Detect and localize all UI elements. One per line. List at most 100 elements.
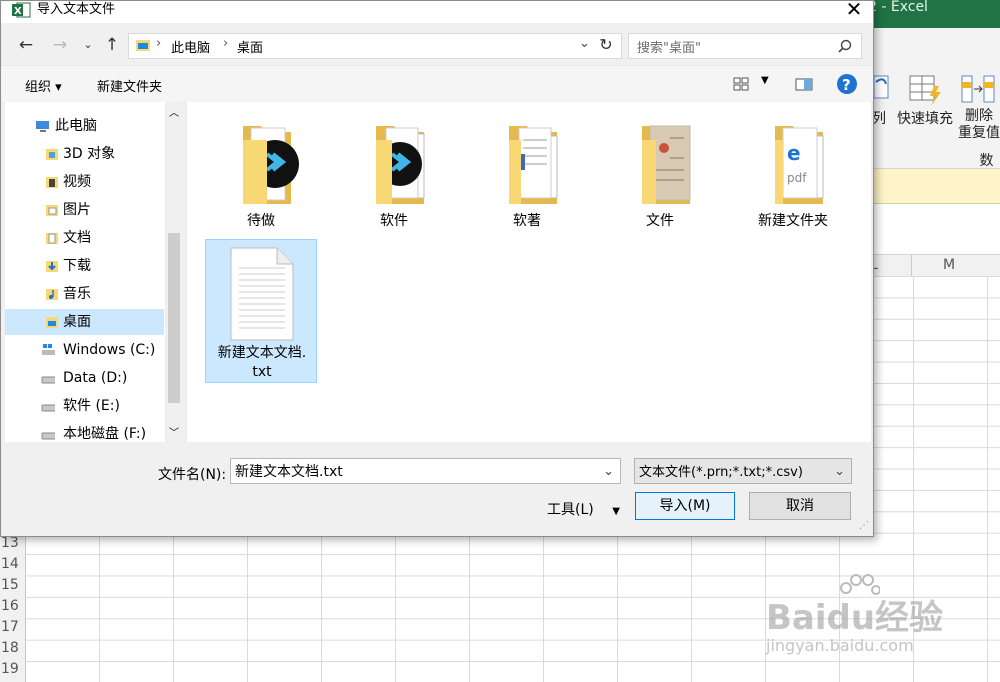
filename-dropdown-chevron-icon[interactable]: ⌄	[603, 459, 614, 485]
row-header-14[interactable]: 14	[0, 554, 25, 575]
folder-tile[interactable]: e pdf 新建文件夹	[737, 116, 849, 236]
tools-menu-button[interactable]: 工具(L) ▼	[547, 499, 620, 519]
search-placeholder: 搜索"桌面"	[637, 41, 701, 56]
navigation-scrollbar-thumb[interactable]	[168, 233, 180, 403]
cancel-button[interactable]: 取消	[749, 492, 851, 520]
folder-icon	[642, 125, 691, 204]
folder-tile[interactable]: 文件	[604, 116, 716, 236]
nav-item-3d-objects[interactable]: 3D 对象	[5, 141, 165, 167]
dialog-title: 导入文本文件	[37, 2, 116, 17]
dialog-title-bar[interactable]: X 导入文本文件 ✕	[1, 0, 873, 23]
computer-icon	[36, 121, 49, 132]
text-to-columns-icon	[873, 75, 889, 99]
row-header-18[interactable]: 18	[0, 638, 25, 659]
recent-dropdown-chevron-icon[interactable]: ⌄	[77, 33, 99, 57]
nav-label: 图片	[63, 202, 91, 218]
video-icon	[46, 177, 58, 188]
row-header-19[interactable]: 19	[0, 659, 25, 680]
row-header-17[interactable]: 17	[0, 617, 25, 638]
remove-duplicates-button[interactable]: 删除 重复值	[958, 108, 1000, 142]
nav-item-drive-d[interactable]: Data (D:)	[5, 365, 165, 391]
dialog-footer: 文件名(N): 新建文本文档.txt ⌄ 文本文件(*.prn;*.txt;*.…	[1, 442, 873, 536]
nav-item-this-pc[interactable]: 此电脑	[5, 113, 165, 139]
svg-text:X: X	[14, 6, 22, 17]
nav-item-video[interactable]: 视频	[5, 169, 165, 195]
svg-text:e: e	[787, 141, 801, 165]
scroll-up-icon[interactable]: ︿	[169, 104, 179, 119]
file-type-value: 文本文件(*.prn;*.txt;*.csv)	[639, 465, 803, 480]
file-name: 新建文本文档. txt	[217, 345, 307, 380]
nav-label: 软件 (E:)	[63, 398, 120, 414]
windows-drive-icon	[42, 344, 55, 355]
file-list-area[interactable]: 待做 软件 软著 文件 e pdf 新建文件夹 新建文本文档. txt	[187, 102, 871, 442]
close-icon[interactable]: ✕	[839, 0, 869, 19]
preview-pane-icon[interactable]	[795, 78, 813, 91]
nav-label: 3D 对象	[63, 146, 116, 162]
resize-grip-icon[interactable]: ⋰	[859, 520, 869, 531]
navigation-pane[interactable]: 此电脑 3D 对象 视频 图片 文档 下载 音乐 桌面 Windows (C:)…	[5, 102, 183, 442]
breadcrumb-current[interactable]: 桌面	[237, 37, 263, 56]
scroll-down-icon[interactable]: ﹀	[169, 424, 179, 439]
desktop-folder-icon	[136, 40, 150, 51]
documents-icon	[46, 233, 58, 244]
import-button[interactable]: 导入(M)	[635, 492, 735, 520]
folder-icon	[243, 126, 299, 204]
help-icon[interactable]: ?	[836, 73, 858, 95]
dialog-toolbar: 组织 ▾ 新建文件夹 ▼ ?	[1, 65, 873, 103]
view-dropdown-chevron-icon[interactable]: ▼	[761, 75, 769, 86]
search-icon[interactable]	[838, 39, 852, 53]
text-file-icon	[230, 247, 294, 341]
file-type-dropdown-chevron-icon[interactable]: ⌄	[834, 459, 845, 485]
folder-icon	[509, 126, 558, 204]
file-name: 新建文件夹	[758, 213, 828, 229]
nav-label: 此电脑	[55, 118, 97, 134]
nav-label: 桌面	[63, 314, 91, 330]
nav-item-music[interactable]: 音乐	[5, 281, 165, 307]
nav-label: Windows (C:)	[63, 342, 156, 358]
folder-icon	[376, 126, 425, 204]
flash-fill-button[interactable]: 快速填充	[897, 108, 953, 128]
tools-dropdown-icon: ▼	[612, 506, 620, 517]
forward-arrow-icon[interactable]: →	[49, 33, 71, 57]
nav-item-downloads[interactable]: 下载	[5, 253, 165, 279]
back-arrow-icon[interactable]: ←	[15, 33, 37, 57]
svg-text:?: ?	[842, 76, 851, 94]
import-label: 导入(M)	[659, 498, 711, 514]
nav-item-drive-e[interactable]: 软件 (E:)	[5, 393, 165, 419]
text-file-tile-selected[interactable]: 新建文本文档. txt	[205, 239, 317, 383]
watermark-url: jingyan.baidu.com	[766, 636, 914, 655]
excel-app-icon: X	[12, 2, 31, 18]
new-folder-button[interactable]: 新建文件夹	[97, 76, 162, 95]
up-arrow-icon[interactable]: ↑	[101, 33, 123, 57]
tools-label: 工具(L)	[547, 502, 594, 518]
excel-title-text: 2 - Excel	[868, 0, 928, 15]
folder-tile[interactable]: 软著	[471, 116, 583, 236]
row-header-15[interactable]: 15	[0, 575, 25, 596]
nav-item-pictures[interactable]: 图片	[5, 197, 165, 223]
folder-tile[interactable]: 待做	[205, 116, 317, 236]
watermark-brand: Baidu经验	[766, 598, 944, 638]
search-box[interactable]: 搜索"桌面"	[628, 33, 862, 59]
breadcrumb-root[interactable]: 此电脑	[171, 37, 210, 56]
file-name: 待做	[247, 213, 275, 229]
address-bar[interactable]: › 此电脑 › 桌面 ⌄	[128, 33, 622, 59]
nav-item-drive-c[interactable]: Windows (C:)	[5, 337, 165, 363]
view-options-icon[interactable]	[733, 77, 749, 91]
organize-button[interactable]: 组织 ▾	[25, 76, 62, 95]
nav-item-desktop[interactable]: 桌面	[5, 309, 164, 335]
column-header-m[interactable]: M	[911, 255, 986, 276]
folder-tile[interactable]: 软件	[338, 116, 450, 236]
file-name: 软件	[380, 213, 408, 229]
address-dropdown-chevron-icon[interactable]: ⌄	[579, 36, 590, 51]
breadcrumb-sep-0: ›	[156, 36, 162, 51]
nav-item-documents[interactable]: 文档	[5, 225, 165, 251]
file-type-select[interactable]: 文本文件(*.prn;*.txt;*.csv) ⌄	[634, 458, 852, 484]
download-icon	[46, 261, 58, 272]
nav-label: 视频	[63, 174, 91, 190]
text-to-columns-button[interactable]: 列	[872, 108, 886, 128]
filename-value: 新建文本文档.txt	[235, 464, 343, 480]
baidu-watermark: Baidu经验 jingyan.baidu.com	[766, 574, 986, 670]
row-header-16[interactable]: 16	[0, 596, 25, 617]
refresh-icon[interactable]: ↻	[595, 34, 617, 56]
filename-input[interactable]: 新建文本文档.txt ⌄	[230, 458, 621, 484]
